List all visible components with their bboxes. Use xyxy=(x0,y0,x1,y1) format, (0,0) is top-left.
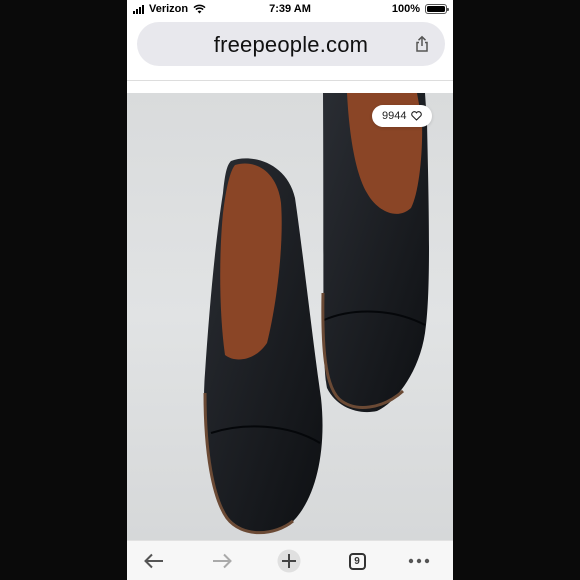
letterbox-left xyxy=(0,0,127,580)
back-button[interactable] xyxy=(142,549,166,573)
back-arrow-icon[interactable] xyxy=(144,553,164,569)
like-badge[interactable]: 9944 xyxy=(372,105,433,127)
battery-percent: 100% xyxy=(391,3,420,15)
header-divider xyxy=(127,80,453,81)
share-icon[interactable] xyxy=(413,35,431,53)
status-right: 100% xyxy=(391,3,449,15)
battery-icon xyxy=(425,4,449,14)
tabs-button[interactable]: 9 xyxy=(345,549,369,573)
heart-icon[interactable] xyxy=(411,111,423,121)
bottom-toolbar: 9 xyxy=(127,540,453,580)
more-button[interactable] xyxy=(407,549,431,573)
tab-count[interactable]: 9 xyxy=(348,552,366,570)
more-icon[interactable] xyxy=(408,558,430,564)
product-image[interactable]: 9944 xyxy=(127,93,453,540)
shoe-illustration xyxy=(203,93,429,535)
new-tab-button[interactable] xyxy=(277,549,301,573)
phone-screen: Verizon 7:39 AM 100% freepeople.com 9944… xyxy=(127,0,453,580)
status-bar: Verizon 7:39 AM 100% xyxy=(127,0,453,20)
address-bar[interactable]: freepeople.com xyxy=(137,22,445,66)
letterbox-right xyxy=(453,0,580,580)
like-count: 9944 xyxy=(382,110,407,122)
plus-icon[interactable] xyxy=(277,549,301,573)
forward-arrow-icon[interactable] xyxy=(212,553,232,569)
url-text[interactable]: freepeople.com xyxy=(137,32,445,58)
forward-button[interactable] xyxy=(210,549,234,573)
